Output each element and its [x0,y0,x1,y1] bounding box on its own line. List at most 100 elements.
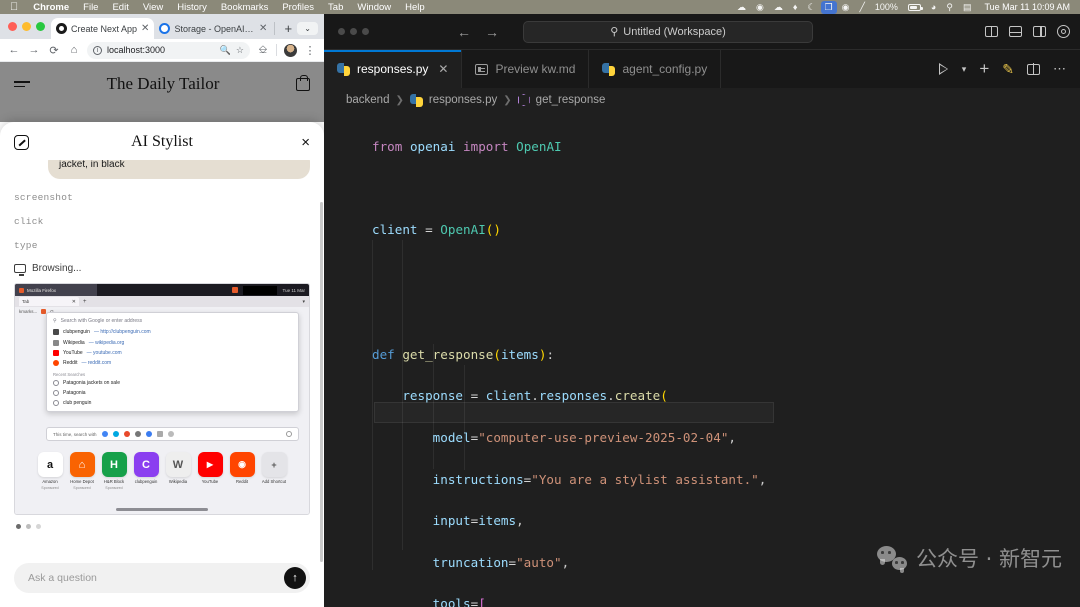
question-input-wrapper[interactable]: Ask a question ↑ [14,563,310,593]
browser-screenshot-preview[interactable]: Mozilla Firefox Tue 11 Mar Tab✕ + ▾ [14,283,310,515]
screen-record-icon[interactable]: ◉ [751,2,769,13]
close-tab-icon[interactable]: ✕ [141,23,149,34]
send-button[interactable]: ↑ [284,567,306,589]
shortcut-youtube[interactable]: ▶ YouTube [197,452,223,490]
split-editor-icon[interactable] [1027,64,1040,75]
maximize-window-button[interactable] [362,28,369,35]
suggestion-wikipedia[interactable]: Wikipedia — wikipedia.org [47,337,298,347]
browser-tab-storage-openai[interactable]: Storage - OpenAI A... ✕ [154,18,272,39]
extensions-icon[interactable]: ⎒ [253,40,273,60]
shortcut-home-depot[interactable]: ⌂ Home Depot Sponsored [69,452,95,490]
shortcut-reddit[interactable]: ◉ Reddit [229,452,255,490]
split-add-icon[interactable]: + [979,59,989,79]
profile-avatar[interactable] [280,40,300,60]
menu-item-chrome[interactable]: Chrome [26,2,76,13]
apple-menu-icon[interactable]:  [6,2,26,13]
bookmark-star-icon[interactable]: ☆ [236,45,244,56]
home-button[interactable]: ⌂ [64,40,84,60]
search-settings-gear-icon[interactable] [286,431,292,437]
droplet-icon[interactable]: ♦ [788,2,803,12]
go-forward-button[interactable]: → [485,24,499,40]
back-button[interactable]: ← [4,40,24,60]
menu-item-bookmarks[interactable]: Bookmarks [214,2,276,13]
shortcut-add[interactable]: + Add Shortcut [261,452,287,490]
firefox-new-tab-button[interactable]: + [83,299,87,305]
chat-message-list[interactable]: jacket, in black screenshot click type B… [0,160,324,553]
run-icon[interactable] [939,63,949,75]
breadcrumb-symbol[interactable]: get_response [536,94,606,106]
cloud-icon[interactable]: ☁ [769,2,788,13]
close-tab-icon[interactable]: ✕ [438,62,448,76]
more-actions-icon[interactable]: ⋯ [1053,61,1066,77]
close-icon[interactable]: × [295,135,310,150]
tab-search-chevron-icon[interactable]: ⌄ [297,22,318,35]
menubar-clock[interactable]: Tue Mar 11 10:09 AM [976,2,1074,12]
site-info-icon[interactable]: i [93,46,102,55]
wifi-icon[interactable]: ◕ [926,2,941,12]
address-bar[interactable]: i localhost:3000 🔍 ☆ [87,42,250,59]
suggestion-reddit[interactable]: Reddit — reddit.com [47,358,298,368]
shortcut-wikipedia[interactable]: W Wikipedia [165,452,191,490]
carousel-dot-1[interactable] [16,524,21,529]
shortcut-clubpenguin[interactable]: C clubpenguin [133,452,159,490]
slash-icon[interactable]: ╱ [854,2,869,13]
code-content[interactable]: from openai import OpenAI client = OpenA… [324,112,1080,607]
other-engine-icon[interactable] [168,431,174,437]
carousel-dot-3[interactable] [36,524,41,529]
dropbox-icon[interactable]: ☁ [732,2,751,13]
siri-icon[interactable]: ▤ [958,2,977,13]
firefox-tab-list-chevron-icon[interactable]: ▾ [302,299,305,305]
recent-search-club-penguin[interactable]: club penguin [47,398,298,408]
carousel-dot-2[interactable] [26,524,31,529]
close-window-button[interactable] [338,28,345,35]
customize-layout-icon[interactable] [1057,25,1070,38]
window-manager-icon[interactable]: ❐ [821,1,837,14]
menu-item-edit[interactable]: Edit [105,2,135,13]
duckduckgo-engine-icon[interactable] [146,431,152,437]
menu-item-profiles[interactable]: Profiles [275,2,321,13]
recent-search-patagonia[interactable]: Patagonia [47,388,298,398]
menu-item-history[interactable]: History [170,2,214,13]
ebay-engine-icon[interactable] [157,431,163,437]
maximize-window-button[interactable] [36,22,45,31]
firefox-urlbar-input[interactable]: ⚲ Search with Google or enter address [47,315,298,327]
new-tab-button[interactable]: + [277,18,299,39]
zoom-icon[interactable]: 🔍 [220,45,231,56]
page-scrollbar[interactable] [320,202,323,562]
minimize-window-button[interactable] [22,22,31,31]
suggestion-clubpenguin[interactable]: clubpenguin — http://clubpenguin.com [47,327,298,337]
compose-icon[interactable] [14,135,29,150]
minimize-window-button[interactable] [350,28,357,35]
amazon-engine-icon[interactable] [113,431,119,437]
hamburger-icon[interactable] [14,81,30,87]
reload-button[interactable]: ⟳ [44,40,64,60]
menu-item-help[interactable]: Help [398,2,432,13]
browser-tab-create-next-app[interactable]: Create Next App ✕ [51,18,154,39]
moon-icon[interactable]: ☾ [802,2,820,13]
toggle-secondary-sidebar-icon[interactable] [1033,26,1046,37]
recent-search-patagonia-jackets[interactable]: Patagonia jackets on sale [47,378,298,388]
run-chevron-icon[interactable]: ▾ [962,64,967,75]
forward-button[interactable]: → [24,40,44,60]
menu-item-view[interactable]: View [136,2,170,13]
shortcut-amazon[interactable]: a Amazon Sponsored [37,452,63,490]
command-center-search[interactable]: ⚲ Untitled (Workspace) [523,21,813,43]
close-tab-icon[interactable]: ✕ [259,23,267,34]
highlighter-icon[interactable]: ✎ [1002,61,1014,78]
window-traffic-lights[interactable] [6,14,51,39]
carousel-dots[interactable] [14,515,310,529]
firefox-tab[interactable]: Tab✕ [19,297,79,306]
shopping-bag-icon[interactable] [296,78,310,91]
control-center-icon[interactable]: ◉ [837,2,855,13]
close-window-button[interactable] [8,22,17,31]
toggle-primary-sidebar-icon[interactable] [985,26,998,37]
google-engine-icon[interactable] [102,431,108,437]
breadcrumb-folder[interactable]: backend [346,94,389,106]
editor-tab-responses-py[interactable]: responses.py ✕ [324,50,462,88]
code-editor[interactable]: from openai import OpenAI client = OpenA… [324,112,1080,607]
chrome-menu-icon[interactable]: ⋮ [300,40,320,60]
breadcrumb-file[interactable]: responses.py [429,94,497,106]
menu-item-file[interactable]: File [76,2,105,13]
editor-tab-preview-kw-md[interactable]: Preview kw.md [462,50,589,88]
menu-item-tab[interactable]: Tab [321,2,350,13]
